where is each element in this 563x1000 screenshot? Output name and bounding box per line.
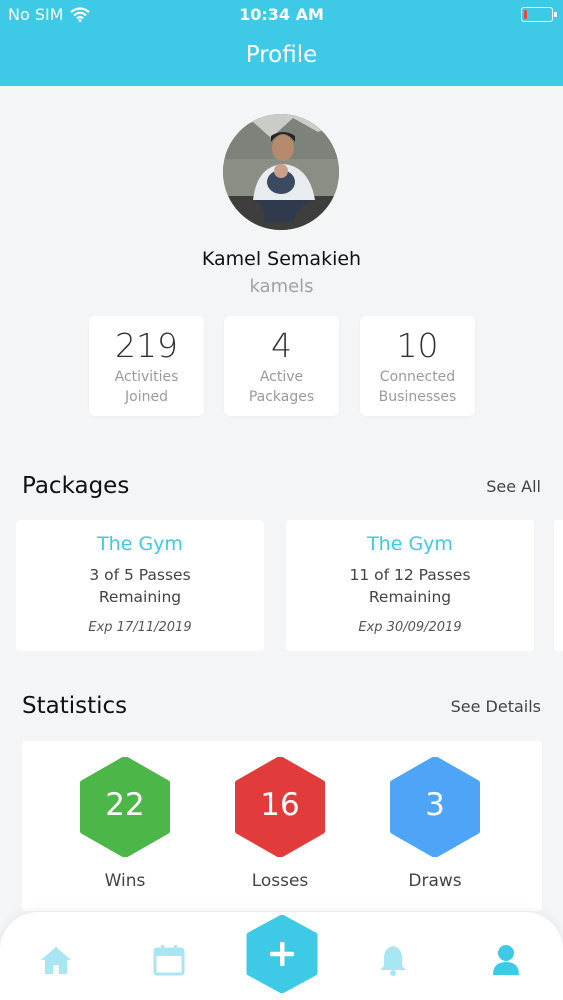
stat-wins[interactable]: 22 Wins <box>79 757 171 891</box>
package-passes: 11 of 12 Passes Remaining <box>349 566 471 606</box>
stat-label: Activities Joined <box>114 369 179 405</box>
stat-value: 4 <box>271 326 292 365</box>
status-bar: No SIM 10:34 AM <box>0 0 563 30</box>
avatar[interactable] <box>223 114 339 230</box>
package-card[interactable]: The Gym 11 of 12 Passes Remaining Exp 30… <box>286 520 534 651</box>
hexagon-badge: 3 <box>389 757 481 857</box>
package-expiry: Exp 17/11/2019 <box>88 620 192 635</box>
user-name: Kamel Semakieh <box>201 248 362 270</box>
packages-title: Packages <box>22 473 130 499</box>
stat-value: 10 <box>396 326 439 365</box>
see-all-link[interactable]: See All <box>486 477 541 496</box>
statistics-title: Statistics <box>22 693 128 719</box>
stat-losses[interactable]: 16 Losses <box>234 757 326 891</box>
package-name: The Gym <box>97 533 183 555</box>
wins-label: Wins <box>104 871 146 891</box>
stat-card-activities[interactable]: 219 Activities Joined <box>89 316 204 416</box>
battery-low-icon <box>521 7 557 22</box>
wins-value: 22 <box>105 787 145 823</box>
see-details-link[interactable]: See Details <box>451 697 541 716</box>
user-handle: kamels <box>249 276 314 297</box>
stat-draws[interactable]: 3 Draws <box>389 757 481 891</box>
stat-card-packages[interactable]: 4 Active Packages <box>224 316 339 416</box>
stat-label: Active Packages <box>248 369 315 405</box>
losses-value: 16 <box>260 787 300 823</box>
page-title: Profile <box>245 42 318 68</box>
user-icon[interactable] <box>489 943 523 977</box>
calendar-icon[interactable] <box>152 943 186 977</box>
stat-value: 219 <box>115 326 178 365</box>
status-time: 10:34 AM <box>239 5 324 24</box>
package-card-peek[interactable] <box>554 520 563 651</box>
home-icon[interactable] <box>39 943 73 977</box>
package-card[interactable]: The Gym 3 of 5 Passes Remaining Exp 17/1… <box>16 520 264 651</box>
bell-icon[interactable] <box>376 943 410 977</box>
package-name: The Gym <box>367 533 453 555</box>
hexagon-badge: 16 <box>234 757 326 857</box>
stat-label: Connected Businesses <box>378 369 457 405</box>
losses-label: Losses <box>251 871 309 891</box>
add-button[interactable] <box>246 915 318 993</box>
statistics-panel: 22 Wins 16 Losses 3 Draws <box>22 741 542 911</box>
add-icon <box>270 942 294 966</box>
hexagon-badge: 22 <box>79 757 171 857</box>
draws-value: 3 <box>425 787 445 823</box>
package-expiry: Exp 30/09/2019 <box>358 620 462 635</box>
package-passes: 3 of 5 Passes Remaining <box>89 566 191 606</box>
stat-card-businesses[interactable]: 10 Connected Businesses <box>360 316 475 416</box>
draws-label: Draws <box>408 871 462 891</box>
nav-bar: Profile <box>0 30 563 86</box>
